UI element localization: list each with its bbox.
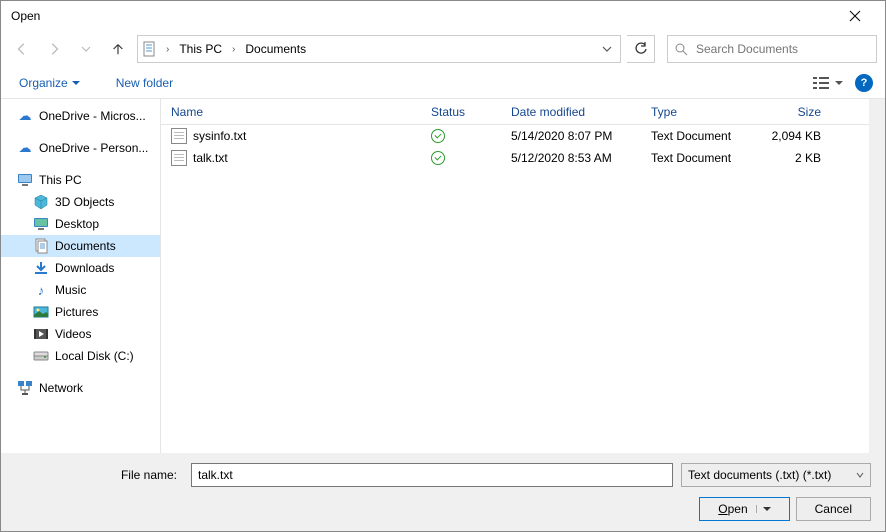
tree-music[interactable]: ♪ Music	[1, 279, 160, 301]
organize-label: Organize	[19, 76, 68, 90]
search-input[interactable]	[694, 41, 870, 57]
col-type[interactable]: Type	[641, 105, 761, 119]
col-date[interactable]: Date modified	[501, 105, 641, 119]
tree-thispc[interactable]: This PC	[1, 169, 160, 191]
tree-pictures[interactable]: Pictures	[1, 301, 160, 323]
folder-doc-icon	[142, 41, 158, 57]
tree-onedrive-personal[interactable]: ☁ OneDrive - Person...	[1, 137, 160, 159]
filename-label: File name:	[15, 468, 183, 482]
col-status[interactable]: Status	[421, 105, 501, 119]
videos-icon	[33, 326, 49, 342]
chevron-down-icon	[72, 79, 80, 87]
breadcrumb-thispc[interactable]: This PC	[177, 40, 224, 58]
chevron-right-icon: ›	[228, 44, 239, 55]
text-file-icon	[171, 150, 187, 166]
file-date: 5/14/2020 8:07 PM	[501, 129, 641, 143]
tree-localdisk[interactable]: Local Disk (C:)	[1, 345, 160, 367]
up-button[interactable]	[105, 36, 131, 62]
forward-button[interactable]	[41, 36, 67, 62]
refresh-button[interactable]	[627, 35, 655, 63]
tree-videos[interactable]: Videos	[1, 323, 160, 345]
title-bar: Open	[1, 1, 885, 31]
open-split-arrow[interactable]	[756, 505, 771, 513]
file-date: 5/12/2020 8:53 AM	[501, 151, 641, 165]
view-options-button[interactable]	[813, 76, 843, 90]
newfolder-label: New folder	[116, 76, 173, 90]
open-dialog: Open › This PC › Documents	[0, 0, 886, 532]
command-bar: Organize New folder ?	[1, 67, 885, 99]
nav-tree[interactable]: ☁ OneDrive - Micros... ☁ OneDrive - Pers…	[1, 99, 161, 453]
tree-desktop[interactable]: Desktop	[1, 213, 160, 235]
back-button[interactable]	[9, 36, 35, 62]
cloud-icon: ☁	[17, 108, 33, 124]
documents-icon	[33, 238, 49, 254]
search-box[interactable]	[667, 35, 877, 63]
organize-button[interactable]: Organize	[13, 75, 86, 91]
help-button[interactable]: ?	[855, 74, 873, 92]
music-icon: ♪	[33, 282, 49, 298]
column-headers[interactable]: Name Status Date modified Type Size	[161, 99, 869, 125]
filename-input[interactable]	[191, 463, 673, 487]
tree-documents[interactable]: Documents	[1, 235, 160, 257]
address-dropdown[interactable]	[598, 44, 616, 54]
nav-bar: › This PC › Documents	[1, 31, 885, 67]
breadcrumb-documents[interactable]: Documents	[243, 40, 308, 58]
file-rows[interactable]: sysinfo.txt 5/14/2020 8:07 PM Text Docum…	[161, 125, 869, 453]
file-list: Name Status Date modified Type Size sysi…	[161, 99, 869, 453]
chevron-down-icon	[835, 79, 843, 87]
body: ☁ OneDrive - Micros... ☁ OneDrive - Pers…	[1, 99, 885, 453]
pictures-icon	[33, 304, 49, 320]
file-name: sysinfo.txt	[193, 129, 246, 143]
status-synced-icon	[431, 129, 445, 143]
file-name: talk.txt	[193, 151, 228, 165]
file-row[interactable]: sysinfo.txt 5/14/2020 8:07 PM Text Docum…	[161, 125, 869, 147]
address-bar[interactable]: › This PC › Documents	[137, 35, 621, 63]
status-synced-icon	[431, 151, 445, 165]
3d-icon	[33, 194, 49, 210]
downloads-icon	[33, 260, 49, 276]
col-size[interactable]: Size	[761, 105, 841, 119]
tree-downloads[interactable]: Downloads	[1, 257, 160, 279]
text-file-icon	[171, 128, 187, 144]
file-type: Text Document	[641, 151, 761, 165]
file-row[interactable]: talk.txt 5/12/2020 8:53 AM Text Document…	[161, 147, 869, 169]
chevron-down-icon	[856, 471, 864, 479]
footer: File name: Text documents (.txt) (*.txt)…	[1, 453, 885, 531]
scrollbar[interactable]	[869, 99, 885, 453]
new-folder-button[interactable]: New folder	[110, 75, 179, 91]
tree-onedrive-ms[interactable]: ☁ OneDrive - Micros...	[1, 105, 160, 127]
desktop-icon	[33, 216, 49, 232]
pc-icon	[17, 172, 33, 188]
drive-icon	[33, 348, 49, 364]
filetype-label: Text documents (.txt) (*.txt)	[688, 468, 831, 482]
network-icon	[17, 380, 33, 396]
col-name[interactable]: Name	[161, 105, 421, 119]
file-type: Text Document	[641, 129, 761, 143]
search-icon	[674, 42, 688, 56]
tree-network[interactable]: Network	[1, 377, 160, 399]
file-size: 2,094 KB	[761, 129, 841, 143]
recent-dropdown[interactable]	[73, 36, 99, 62]
open-button[interactable]: Open	[699, 497, 789, 521]
chevron-right-icon: ›	[162, 44, 173, 55]
tree-3dobjects[interactable]: 3D Objects	[1, 191, 160, 213]
window-title: Open	[9, 9, 832, 23]
filetype-combo[interactable]: Text documents (.txt) (*.txt)	[681, 463, 871, 487]
file-size: 2 KB	[761, 151, 841, 165]
cloud-icon: ☁	[17, 140, 33, 156]
cancel-button[interactable]: Cancel	[796, 497, 871, 521]
close-button[interactable]	[832, 1, 877, 31]
